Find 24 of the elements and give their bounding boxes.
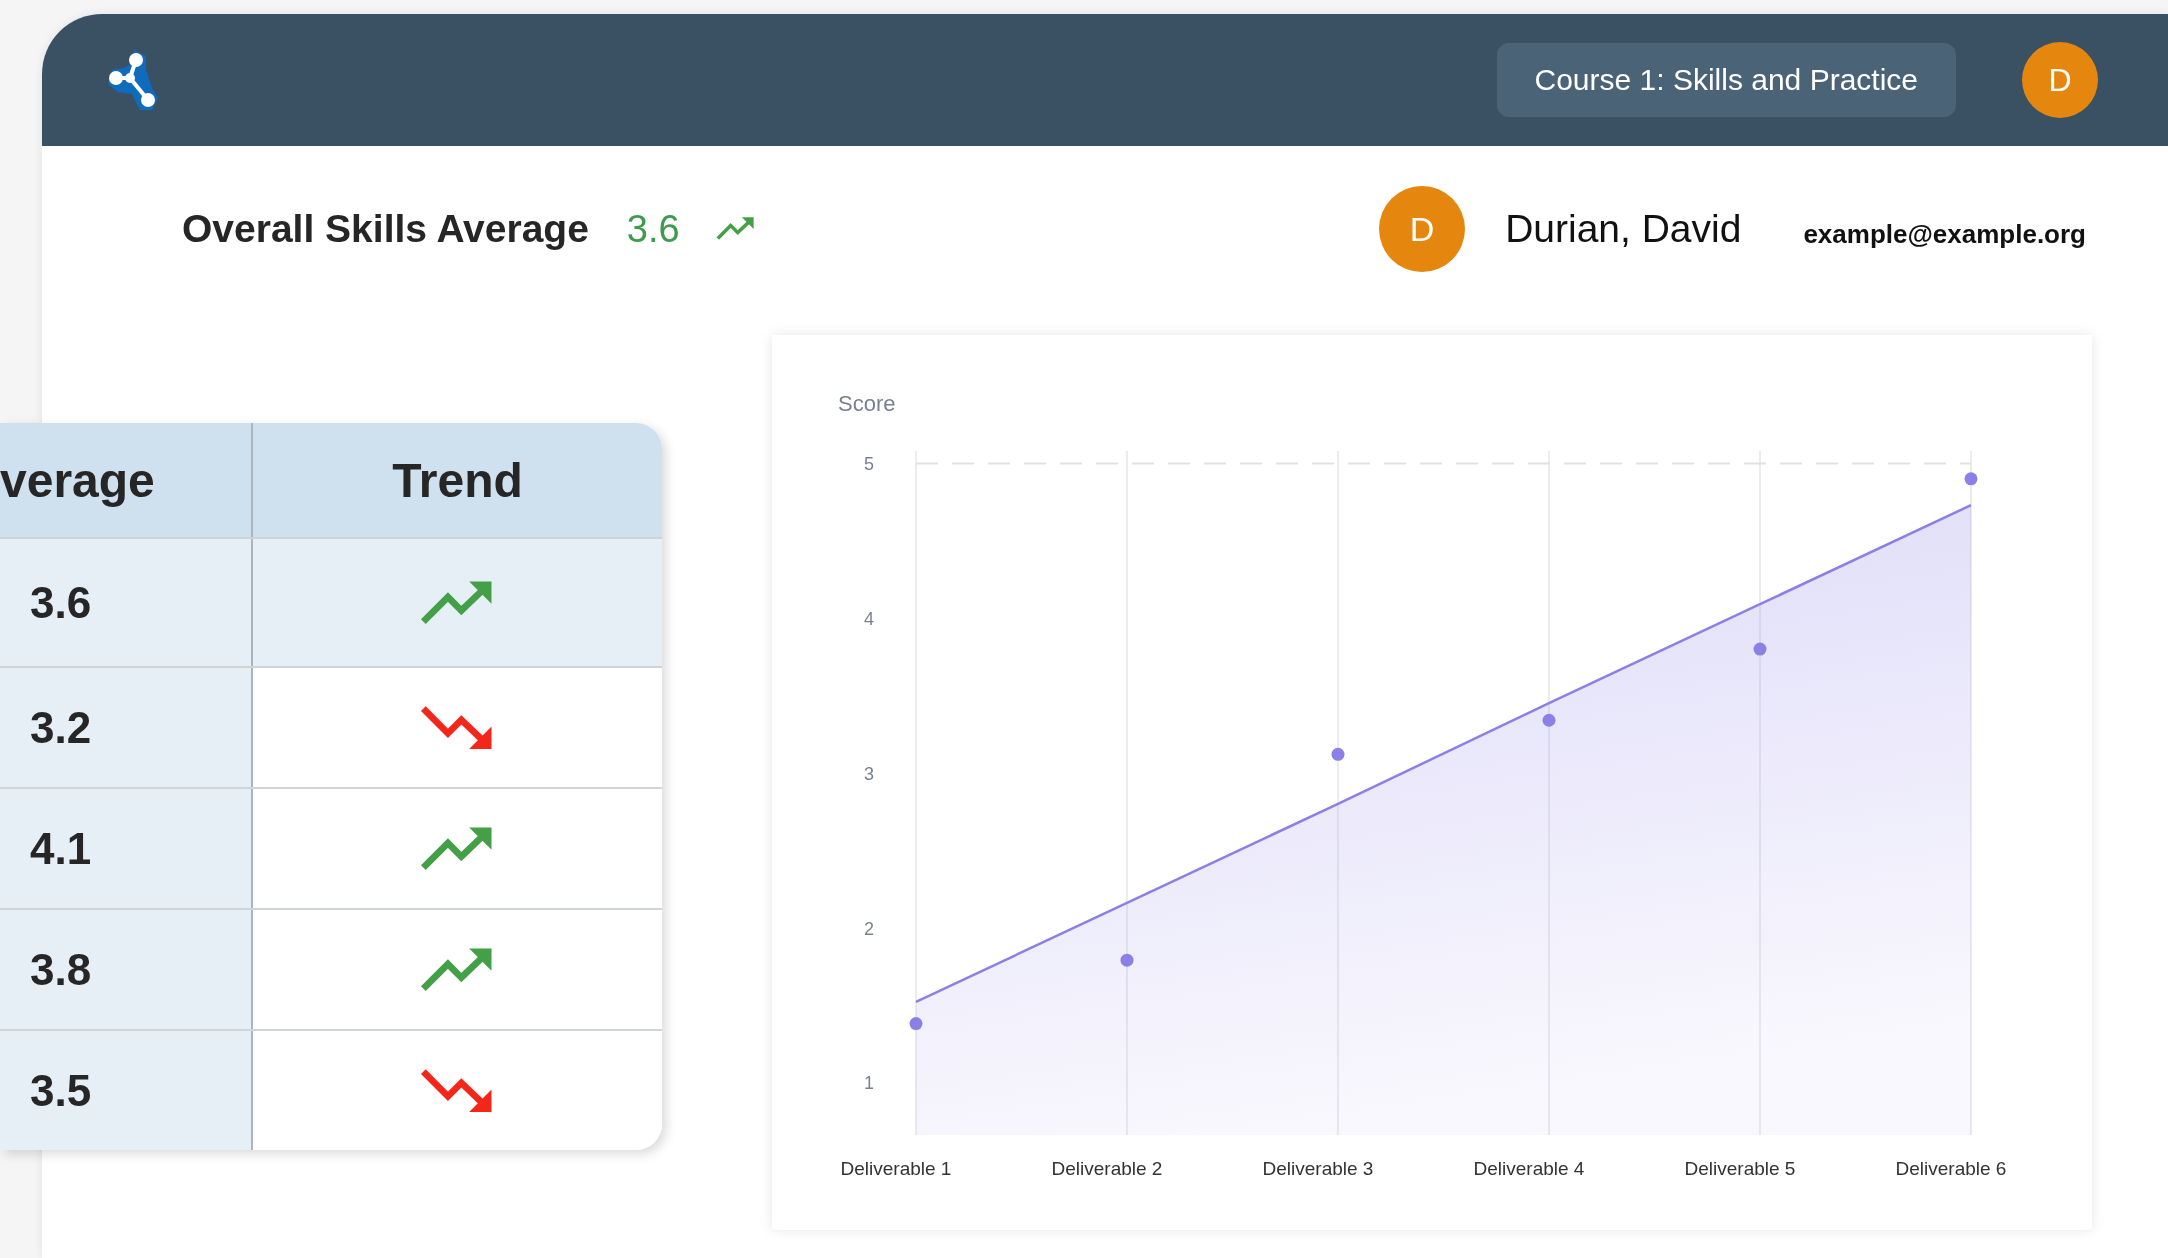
axis-tick-label: Deliverable 1 [840,1158,952,1179]
column-header: verage [0,423,253,537]
axis-tick-label: 3 [864,763,874,784]
table-cell: 3.2 [0,668,253,787]
summary-label: Overall Skills Average [182,207,589,251]
axis-tick-label: Deliverable 5 [1684,1158,1796,1179]
table-cell: 3.5 [0,1031,253,1150]
column-header: Trend [253,423,662,537]
axis-tick-label: 1 [864,1073,874,1094]
axis-title: Score [838,391,896,416]
axis-tick-label: 4 [864,609,874,630]
student-email: example@example.org [1803,218,2086,250]
summary-value: 3.6 [626,207,680,251]
student-name: Durian, David [1505,207,1742,251]
table-cell: 3.6 [0,539,253,666]
table-cell: 3.8 [0,910,253,1029]
axis-tick-label: 5 [864,454,874,475]
axis-tick-label: Deliverable 4 [1473,1158,1585,1179]
axis-tick-label: Deliverable 2 [1051,1158,1163,1179]
student-avatar: D [1379,186,1466,272]
table-cell: 4.1 [0,789,253,908]
axis-tick-label: Deliverable 6 [1895,1158,2007,1179]
axis-tick-label: Deliverable 3 [1262,1158,1374,1179]
axis-tick-label: 2 [864,918,874,939]
